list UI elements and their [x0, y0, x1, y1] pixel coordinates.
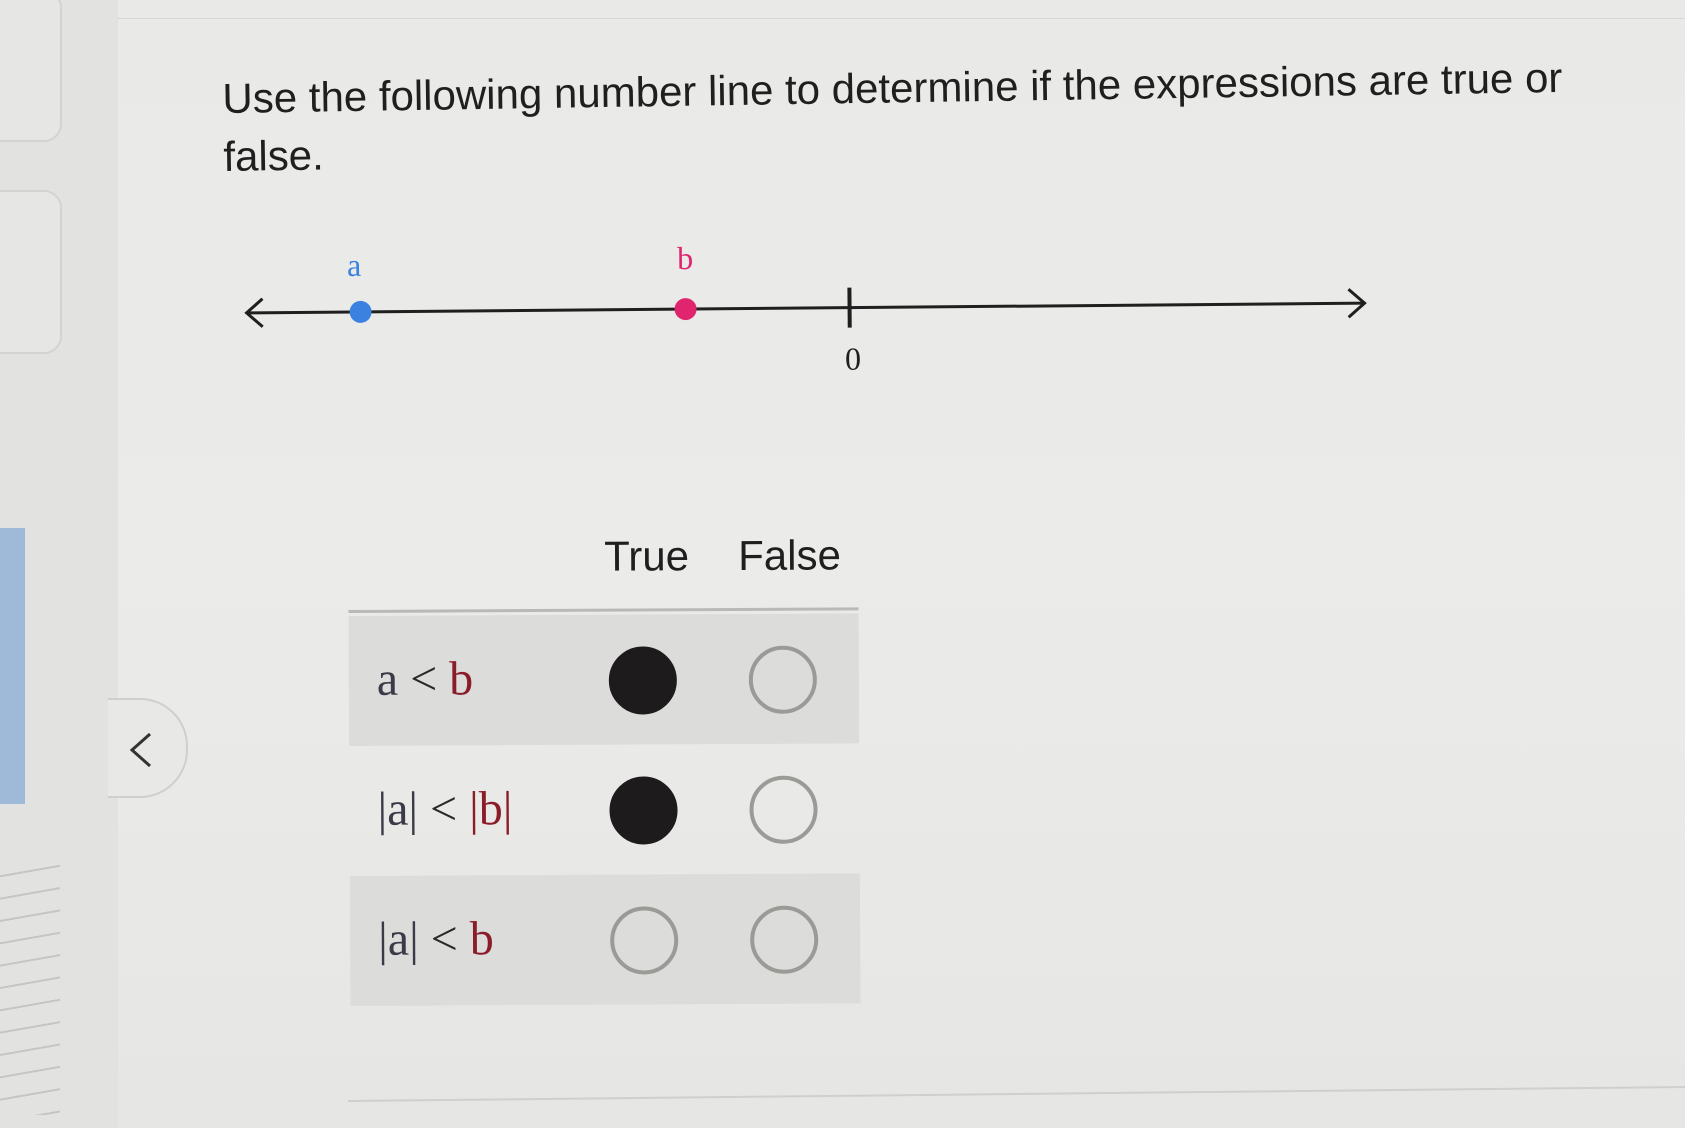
false-radio[interactable]	[748, 645, 818, 714]
chevron-left-icon	[129, 732, 151, 768]
active-indicator	[0, 528, 25, 804]
point-a	[349, 300, 372, 323]
column-header-true: True	[604, 532, 690, 580]
expression-operator: <	[410, 652, 438, 706]
number-line-axis	[246, 301, 1365, 315]
zero-label: 0	[845, 341, 861, 377]
expression: |a| < b	[378, 911, 494, 967]
rail-decoration	[0, 855, 60, 1115]
true-radio[interactable]	[608, 646, 678, 715]
point-b-label: b	[677, 240, 693, 276]
question-card[interactable]	[0, 190, 62, 354]
true-radio[interactable]	[610, 906, 679, 975]
question-card[interactable]	[0, 0, 62, 142]
divider	[118, 18, 1685, 19]
expression: |a| < |b|	[377, 781, 512, 837]
header-divider	[348, 607, 859, 613]
expression-left: |a|	[377, 782, 419, 836]
expression-left: |a|	[378, 912, 419, 966]
table-row: |a| < b	[349, 873, 861, 1006]
false-radio[interactable]	[749, 775, 818, 844]
left-panel	[0, 0, 119, 1128]
question-panel: Use the following number line to determi…	[118, 0, 1685, 1128]
expression-operator: <	[430, 912, 458, 966]
number-line: a b 0	[244, 240, 1367, 377]
expression-operator: <	[429, 782, 458, 836]
expression-right: b	[469, 912, 494, 966]
question-prompt: Use the following number line to determi…	[222, 53, 1563, 180]
expression: a < b	[377, 651, 474, 707]
expression-right: b	[449, 652, 474, 706]
false-radio[interactable]	[750, 905, 819, 974]
true-radio[interactable]	[609, 776, 678, 845]
table-row: a < b	[348, 613, 860, 746]
expression-left: a	[376, 652, 399, 706]
true-false-table: True False a < b |a| < |b| |a| < b	[348, 517, 871, 1020]
table-row: |a| < |b|	[349, 743, 860, 876]
column-header-false: False	[738, 531, 842, 579]
divider	[348, 1085, 1685, 1102]
point-b	[674, 298, 697, 321]
expression-right: |b|	[468, 782, 513, 836]
point-a-label: a	[347, 247, 362, 283]
